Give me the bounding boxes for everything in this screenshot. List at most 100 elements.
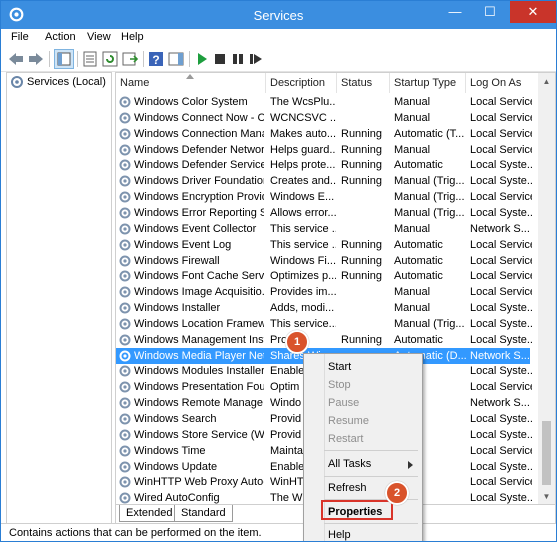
table-row[interactable]: Windows Font Cache Service Optimizes p...…: [116, 268, 532, 284]
menu-action[interactable]: Action: [45, 31, 76, 43]
cell-name: Windows Management Inst...: [134, 333, 264, 346]
tab-extended[interactable]: Extended: [119, 505, 180, 522]
service-gear-icon: [119, 318, 131, 330]
column-header-log-on-as[interactable]: Log On As: [466, 73, 538, 93]
cell-logon: Local Syste...: [470, 206, 532, 219]
scroll-down-arrow-icon[interactable]: ▼: [538, 488, 555, 505]
column-header-startup-type[interactable]: Startup Type: [390, 73, 466, 93]
cell-name: Windows Update: [134, 460, 218, 473]
vertical-scrollbar[interactable]: ▲ ▼: [538, 73, 555, 505]
cell-name: Windows Encryption Provid...: [134, 191, 264, 204]
cell-logon: Local Service: [470, 238, 532, 251]
cell-name: Windows Font Cache Service: [134, 270, 264, 283]
cell-logon: Local Syste...: [470, 317, 532, 330]
context-menu-stop: Stop: [328, 379, 351, 391]
pause-service-icon[interactable]: [229, 50, 247, 68]
table-row[interactable]: Windows Driver Foundation... Creates and.…: [116, 173, 532, 189]
maximize-button[interactable]: ☐: [476, 1, 504, 23]
export-list-icon[interactable]: [121, 50, 139, 68]
table-row[interactable]: Windows Event Collector This service ... M…: [116, 221, 530, 237]
service-gear-icon: [119, 144, 131, 156]
table-row[interactable]: Windows Error Reporting Se... Allows erro…: [116, 205, 532, 221]
cell-logon: Local Service: [470, 143, 532, 156]
cell-name: Windows Connection Mana...: [134, 127, 264, 140]
context-menu-start[interactable]: Start: [328, 361, 351, 373]
tab-standard[interactable]: Standard: [174, 505, 233, 522]
cell-startup: Manual (Trig...: [394, 317, 465, 330]
table-row[interactable]: Windows Encryption Provid... Windows E...…: [116, 189, 532, 205]
cell-startup: Automatic: [394, 238, 443, 251]
cell-description: This service ...: [270, 238, 336, 251]
cell-name: Windows Driver Foundation...: [134, 175, 264, 188]
table-row[interactable]: Windows Image Acquisitio... Provides im..…: [116, 284, 532, 300]
minimize-button[interactable]: —: [441, 1, 469, 23]
scrollbar-thumb[interactable]: [542, 421, 551, 485]
restart-service-icon[interactable]: [247, 50, 265, 68]
cell-name: Windows Media Player Net...: [134, 349, 264, 362]
table-row[interactable]: Windows Firewall Windows Fi... Running Auto…: [116, 253, 532, 269]
column-header-status[interactable]: Status: [337, 73, 390, 93]
service-gear-icon: [119, 413, 131, 425]
cell-description: The WcsPlu...: [270, 96, 336, 108]
stop-service-icon[interactable]: [211, 50, 229, 68]
table-row[interactable]: Windows Installer Adds, modi... Manual Loca…: [116, 300, 532, 316]
show-hide-console-tree-icon[interactable]: [54, 49, 74, 69]
cell-name: Windows Connect Now - C...: [134, 111, 264, 124]
show-action-pane-icon[interactable]: [167, 50, 185, 68]
service-gear-icon: [119, 334, 131, 346]
cell-name: Windows Location Framew...: [134, 317, 264, 330]
cell-logon: Local Syste...: [470, 302, 532, 315]
cell-description: This service ...: [270, 222, 336, 235]
forward-arrow-icon[interactable]: [27, 50, 45, 68]
table-row[interactable]: Windows Location Framew... This service..…: [116, 316, 532, 332]
start-service-icon[interactable]: [193, 50, 211, 68]
context-menu-help[interactable]: Help: [328, 529, 351, 541]
table-row[interactable]: Windows Connection Mana... Makes auto... R…: [116, 126, 532, 142]
table-row[interactable]: Windows Management Inst... Pro... Running A…: [116, 332, 532, 348]
table-row[interactable]: Windows Defender Service Helps prote... Ru…: [116, 157, 532, 173]
cell-name: Windows Installer: [134, 302, 221, 315]
refresh-icon[interactable]: [101, 50, 119, 68]
context-menu-refresh[interactable]: Refresh: [328, 482, 367, 494]
service-gear-icon: [119, 445, 131, 457]
menu-view[interactable]: View: [87, 31, 111, 43]
console-tree: Services (Local): [6, 72, 112, 524]
close-button[interactable]: ✕: [510, 1, 556, 23]
cell-description: WCNCSVC ...: [270, 111, 336, 124]
menu-file[interactable]: File: [11, 31, 29, 43]
service-gear-icon: [119, 476, 131, 488]
cell-description: This service...: [270, 317, 336, 330]
context-menu-pause: Pause: [328, 397, 360, 409]
service-gear-icon: [119, 302, 131, 314]
context-menu-all-tasks[interactable]: All Tasks: [328, 458, 371, 470]
cell-logon: Local Service: [470, 191, 532, 204]
cell-status: Running: [341, 333, 382, 346]
menu-help[interactable]: Help: [121, 31, 144, 43]
properties-highlight-box: [321, 500, 393, 520]
cell-startup: Automatic: [394, 333, 443, 346]
help-icon[interactable]: ?: [147, 50, 165, 68]
service-gear-icon: [119, 461, 131, 473]
cell-status: Running: [341, 159, 382, 172]
service-gear-icon: [119, 255, 131, 266]
cell-logon: Local Syste...: [470, 413, 532, 425]
scroll-up-arrow-icon[interactable]: ▲: [538, 73, 555, 90]
cell-status: Running: [341, 143, 382, 156]
table-row[interactable]: Windows Color System The WcsPlu... Manual L…: [116, 94, 532, 110]
status-text: Contains actions that can be performed o…: [9, 527, 262, 539]
cell-name: Windows Search: [134, 413, 217, 425]
service-gear-icon: [119, 270, 131, 282]
properties-toolbar-icon[interactable]: [81, 50, 99, 68]
tree-item-services-local[interactable]: Services (Local): [10, 75, 106, 89]
cell-description: Helps guard...: [270, 143, 336, 156]
cell-description: Adds, modi...: [270, 302, 335, 315]
table-row[interactable]: Windows Defender Networ... Helps guard...…: [116, 142, 532, 158]
column-header-description[interactable]: Description: [266, 73, 337, 93]
cell-description: Makes auto...: [270, 127, 336, 140]
back-arrow-icon[interactable]: [7, 50, 25, 68]
cell-startup: Manual: [394, 111, 431, 124]
table-row[interactable]: Windows Connect Now - C... WCNCSVC ... Man…: [116, 110, 532, 126]
cell-logon: Local Syste...: [470, 175, 532, 188]
cell-name: Windows Image Acquisitio...: [134, 286, 264, 299]
table-row[interactable]: Windows Event Log This service ... Running…: [116, 237, 532, 253]
